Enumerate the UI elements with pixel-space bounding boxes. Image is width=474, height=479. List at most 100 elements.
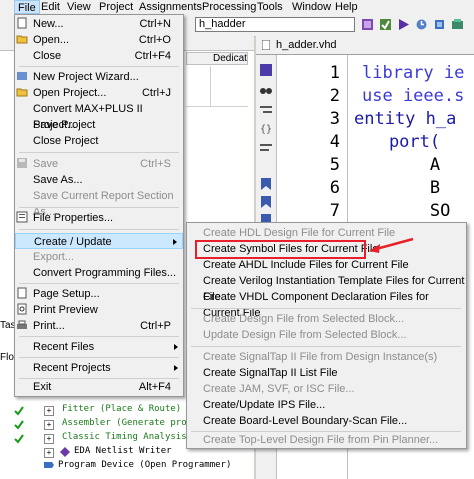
- submenu-item-signaltap-instance: Create SignalTap II File from Design Ins…: [203, 351, 438, 363]
- line-number: 1: [329, 63, 340, 83]
- menu-item-recent-files[interactable]: Recent Files: [15, 339, 183, 355]
- menu-item-exit[interactable]: Exit Alt+F4: [15, 379, 183, 395]
- timing-icon[interactable]: [414, 17, 429, 32]
- menu-processing[interactable]: Processing: [199, 0, 259, 14]
- entity-combo[interactable]: h_hadder: [195, 17, 355, 32]
- menu-item-convert-maxplus[interactable]: Convert MAX+PLUS II Project...: [15, 101, 183, 131]
- expand-icon[interactable]: +: [44, 420, 54, 430]
- menu-item-open-project[interactable]: Open Project... Ctrl+J: [15, 85, 183, 101]
- file-icon: [262, 40, 270, 50]
- brace-icon[interactable]: {}: [259, 121, 273, 135]
- submenu-item-create-verilog[interactable]: Create Verilog Instantiation Template Fi…: [187, 273, 466, 303]
- tasks-label: Tas: [0, 320, 16, 331]
- submenu-item-create-vhdl[interactable]: Create VHDL Component Declaration Files …: [187, 289, 466, 319]
- check-icon: [14, 406, 24, 416]
- indent-icon[interactable]: [259, 103, 273, 117]
- find-icon[interactable]: [259, 63, 273, 77]
- menu-item-print[interactable]: Print... Ctrl+P: [15, 318, 183, 334]
- wizard-icon: [17, 72, 27, 80]
- menu-item-file-properties[interactable]: File Properties...: [15, 210, 183, 226]
- menu-item-save-project[interactable]: Save Project: [15, 117, 183, 133]
- annotation-arrow-icon: [369, 237, 414, 253]
- menu-item-new[interactable]: New... Ctrl+N: [15, 16, 183, 32]
- menu-item-create-update[interactable]: Create / Update: [15, 233, 183, 249]
- menu-project[interactable]: Project: [96, 0, 136, 14]
- menu-item-close[interactable]: Close Ctrl+F4: [15, 48, 183, 64]
- code-line: use ieee.s: [362, 86, 465, 106]
- expand-icon[interactable]: +: [44, 434, 54, 444]
- task-row-timing[interactable]: Classic Timing Analysis: [62, 432, 187, 442]
- bookmark-next-icon[interactable]: [259, 195, 273, 209]
- submenu-item-create-ahdl[interactable]: Create AHDL Include Files for Current Fi…: [187, 257, 466, 273]
- code-line: A: [348, 155, 441, 175]
- task-row-eda[interactable]: EDA Netlist Writer: [74, 446, 172, 456]
- submenu-arrow-icon: [174, 365, 178, 371]
- menu-item-print-preview[interactable]: Print Preview: [15, 302, 183, 318]
- menu-item-convert-programming[interactable]: Convert Programming Files...: [15, 265, 183, 281]
- menu-item-open[interactable]: Open... Ctrl+O: [15, 32, 183, 48]
- code-line: B: [348, 178, 441, 198]
- menu-item-page-setup[interactable]: Page Setup...: [15, 286, 183, 302]
- menu-view[interactable]: View: [64, 0, 94, 14]
- menu-separator: [191, 346, 461, 347]
- submenu-item-signaltap-list[interactable]: Create SignalTap II List File: [187, 365, 466, 381]
- flow-label: Flo: [0, 352, 14, 363]
- open-project-icon: [16, 88, 28, 97]
- menu-separator: [19, 207, 179, 208]
- submenu-item-boundary-scan[interactable]: Create Board-Level Boundary-Scan File...: [187, 413, 466, 429]
- menu-item-new-project-wizard[interactable]: New Project Wizard...: [15, 69, 183, 85]
- line-number: 2: [329, 86, 340, 106]
- task-row-fitter[interactable]: Fitter (Place & Route): [62, 404, 181, 414]
- menu-item-recent-projects[interactable]: Recent Projects: [15, 360, 183, 376]
- new-file-icon: [17, 17, 27, 29]
- menu-help[interactable]: Help: [332, 0, 361, 14]
- line-number: 4: [329, 132, 340, 152]
- highlight-box: [195, 240, 366, 259]
- menu-item-close-project[interactable]: Close Project: [15, 133, 183, 149]
- editor-tab-bar: h_adder.vhd: [256, 36, 474, 55]
- check-icon: [14, 420, 24, 430]
- submenu-item-update-design-from-block: Update Design File from Selected Block..…: [203, 329, 407, 341]
- unindent-icon[interactable]: [259, 141, 273, 155]
- menu-separator: [19, 229, 179, 230]
- submenu-item-top-level-design: Create Top-Level Design File from Pin Pl…: [203, 434, 439, 446]
- menu-separator: [191, 308, 461, 309]
- chip-icon[interactable]: [432, 17, 447, 32]
- compile-icon[interactable]: [360, 17, 375, 32]
- submenu-arrow-icon: [174, 344, 178, 350]
- open-folder-icon: [16, 35, 28, 44]
- menu-item-save: Save Ctrl+S: [15, 156, 183, 172]
- start-icon[interactable]: [396, 17, 411, 32]
- print-preview-icon: [17, 303, 27, 315]
- submenu-arrow-icon: [173, 239, 177, 245]
- file-menu: New... Ctrl+N Open... Ctrl+O Close Ctrl+F4 …: [14, 14, 184, 397]
- menu-assignments[interactable]: Assignments: [136, 0, 205, 14]
- editor-tab-label[interactable]: h_adder.vhd: [276, 39, 337, 51]
- svg-text:{}: {}: [260, 124, 272, 135]
- menu-file[interactable]: File: [14, 0, 40, 14]
- task-row-program[interactable]: Program Device (Open Programmer): [58, 460, 231, 470]
- menu-tools[interactable]: Tools: [254, 0, 286, 14]
- submenu-item-create-design-from-block: Create Design File from Selected Block..…: [203, 313, 405, 325]
- submenu-item-ips-file[interactable]: Create/Update IPS File...: [187, 397, 466, 413]
- task-row-assembler[interactable]: Assembler (Generate progr: [62, 418, 197, 428]
- bookmark-icon[interactable]: [259, 177, 273, 191]
- submenu-item-jam-svf-isc: Create JAM, SVF, or ISC File...: [203, 383, 355, 395]
- analyze-icon[interactable]: [378, 17, 393, 32]
- menu-window[interactable]: Window: [289, 0, 334, 14]
- check-icon: [14, 434, 24, 444]
- menu-separator: [19, 66, 179, 67]
- expand-icon[interactable]: +: [44, 448, 54, 458]
- menu-separator: [19, 357, 179, 358]
- menu-edit[interactable]: Edit: [38, 0, 63, 14]
- properties-icon: [16, 211, 28, 223]
- code-line: library ie: [362, 63, 465, 83]
- menu-separator: [19, 336, 179, 337]
- printer-icon: [17, 320, 27, 329]
- menu-item-save-as[interactable]: Save As...: [15, 172, 183, 188]
- programmer-icon[interactable]: [450, 17, 465, 32]
- expand-icon[interactable]: +: [44, 406, 54, 416]
- menu-separator: [19, 152, 179, 153]
- save-icon: [17, 158, 27, 168]
- binoculars-icon[interactable]: [259, 83, 273, 97]
